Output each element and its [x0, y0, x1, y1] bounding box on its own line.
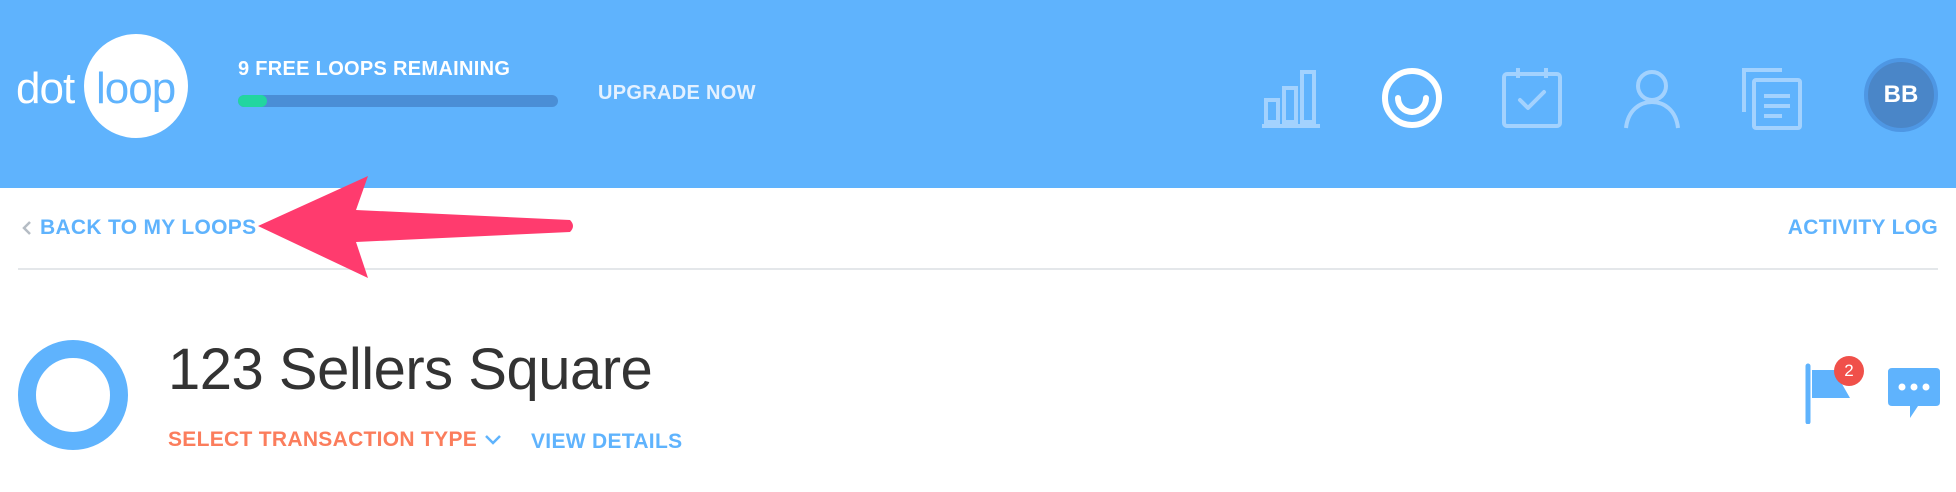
- user-avatar[interactable]: BB: [1864, 58, 1938, 132]
- annotation-arrow-icon: [258, 176, 573, 278]
- chevron-left-icon: [22, 221, 31, 235]
- loop-title: 123 Sellers Square: [168, 337, 653, 402]
- smile-icon[interactable]: [1380, 66, 1444, 130]
- chat-bubble-icon[interactable]: [1886, 366, 1942, 424]
- transaction-type-label: SELECT TRANSACTION TYPE: [168, 428, 478, 451]
- flag-count-badge: 2: [1834, 356, 1864, 386]
- task-checklist-icon[interactable]: [1500, 66, 1564, 130]
- documents-icon[interactable]: [1740, 66, 1804, 130]
- back-to-my-loops-link[interactable]: BACK TO MY LOOPS: [18, 216, 256, 240]
- activity-log-link[interactable]: ACTIVITY LOG: [1788, 216, 1938, 240]
- logo-loop-text: loop: [96, 64, 176, 113]
- upgrade-now-link[interactable]: UPGRADE NOW: [598, 82, 756, 105]
- chevron-down-icon: [485, 435, 501, 445]
- back-to-my-loops-label: BACK TO MY LOOPS: [40, 216, 257, 239]
- free-loops-progress-bar: [238, 95, 558, 107]
- dotloop-logo[interactable]: dot loop: [16, 34, 191, 138]
- bar-chart-icon[interactable]: [1260, 66, 1324, 130]
- top-header: dot loop 9 FREE LOOPS REMAINING UPGRADE …: [0, 0, 1956, 188]
- person-icon[interactable]: [1620, 66, 1684, 130]
- loop-status-ring-icon: [18, 340, 128, 450]
- select-transaction-type-dropdown[interactable]: SELECT TRANSACTION TYPE: [168, 428, 503, 452]
- free-loops-remaining: 9 FREE LOOPS REMAINING: [238, 58, 511, 80]
- logo-dot-text: dot: [16, 64, 75, 113]
- free-loops-progress-fill: [238, 95, 267, 107]
- view-details-link[interactable]: VIEW DETAILS: [531, 430, 682, 454]
